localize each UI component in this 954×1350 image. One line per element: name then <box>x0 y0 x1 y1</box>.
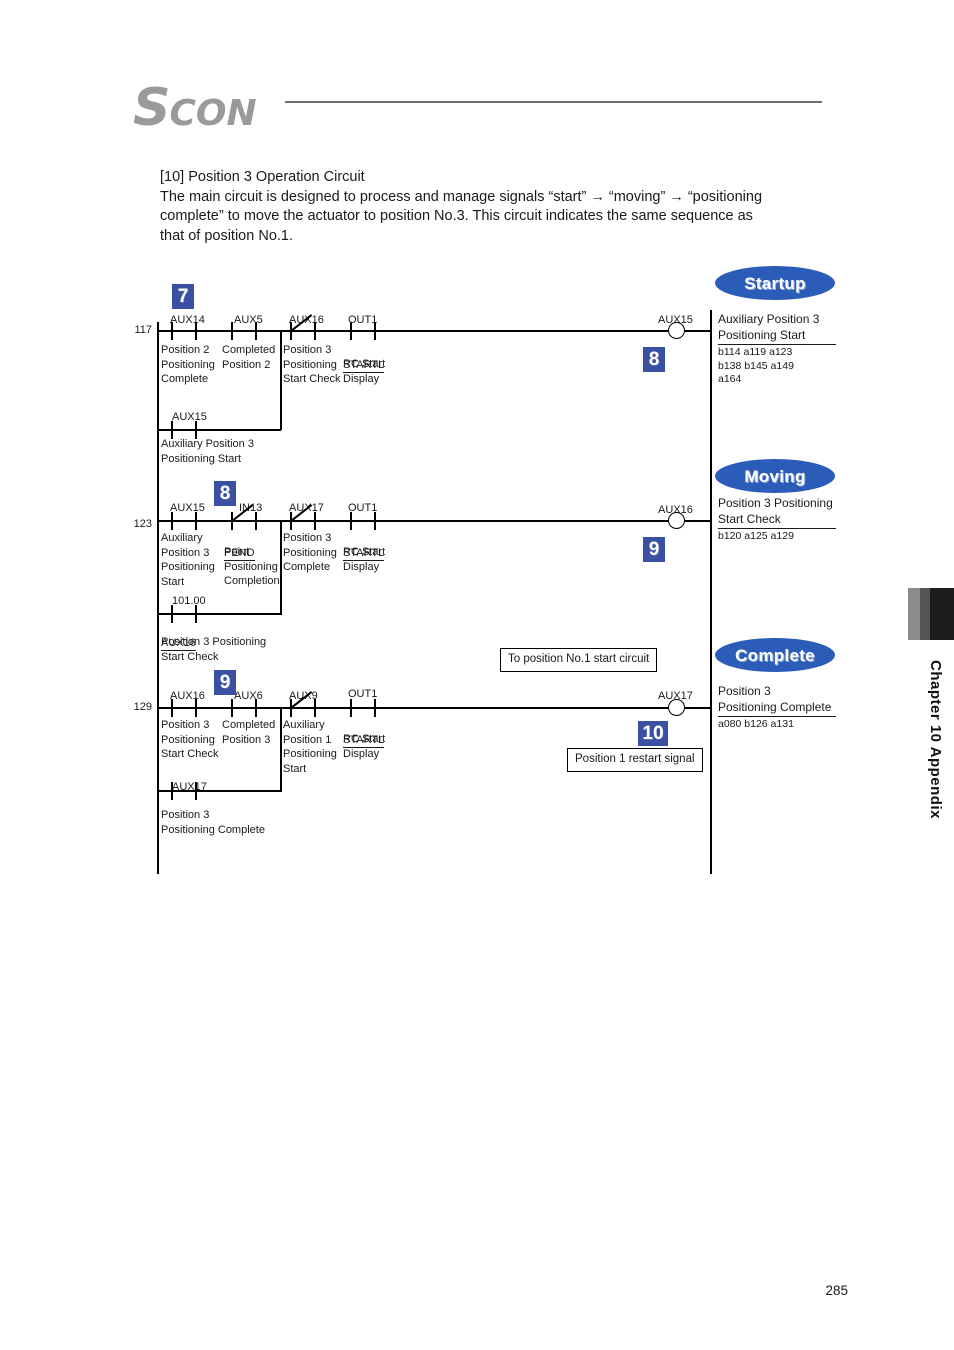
contact-bar-right <box>314 322 316 340</box>
branch-desc-aux15: Auxiliary Position 3 Positioning Start <box>161 438 254 465</box>
chapter-tab-marker <box>908 588 954 640</box>
contact-desc-out1-r129: RC Start Display <box>343 733 386 760</box>
contact-desc-out1-r123: RC Start Display <box>343 546 386 573</box>
contact-aux6[interactable] <box>231 699 257 717</box>
contact-desc-aux5: Completed Position 2 <box>222 344 276 371</box>
contact-out1-r123[interactable] <box>350 512 376 530</box>
contact-aux16[interactable] <box>290 314 316 340</box>
contact-out1[interactable] <box>350 322 376 340</box>
contact-desc-aux15-r123: Auxiliary Position 3 Positioning Start <box>161 532 215 588</box>
output-label-rung-123: Position 3 Positioning Start Check <box>718 496 833 526</box>
contact-aux17-r123[interactable] <box>290 504 316 530</box>
branch-desc-aux16-r123: Position 3 Positioning Start Check <box>161 636 267 663</box>
rung-number-123: 123 <box>133 518 152 530</box>
contact-desc-aux17-r123: Position 3 Positioning Complete <box>283 532 337 573</box>
contact-bar-left <box>171 512 173 530</box>
output-codes-rung-117: b114 a119 a123 b138 b145 a149 a164 <box>718 346 794 385</box>
coil-aux16[interactable] <box>668 512 685 529</box>
step-badge-9: 9 <box>214 670 236 695</box>
rung-117-branch-right-rail <box>280 330 282 430</box>
contact-bar-right <box>374 512 376 530</box>
contact-bar-right <box>314 512 316 530</box>
contact-aux14[interactable] <box>171 322 197 340</box>
rung-123-branch-right-rail <box>280 520 282 615</box>
coil-badge-9: 9 <box>643 537 665 562</box>
contact-desc-aux6: Completed Position 3 <box>222 719 276 746</box>
page-number: 285 <box>825 1283 848 1298</box>
contact-bar-right <box>195 782 197 800</box>
contact-bar-left <box>171 322 173 340</box>
contact-bar-right <box>255 322 257 340</box>
chapter-tab-segment-light <box>908 588 920 640</box>
contact-bar-left <box>350 699 352 717</box>
coil-aux17[interactable] <box>668 699 685 716</box>
contact-in13[interactable] <box>231 504 257 530</box>
note-position-1-restart-signal: Position 1 restart signal <box>567 748 703 772</box>
contact-bar-left <box>171 782 173 800</box>
state-badge-moving: Moving <box>715 459 835 493</box>
coil-aux15[interactable] <box>668 322 685 339</box>
right-power-rail <box>710 310 712 874</box>
output-codes-rung-123: b120 a125 a129 <box>718 530 794 542</box>
output-label-rung-129: Position 3 Positioning Complete <box>718 684 832 714</box>
chapter-label: Chapter 10 Appendix <box>927 660 944 819</box>
chapter-tab-segment-mid <box>920 588 930 640</box>
state-badge-startup: Startup <box>715 266 835 300</box>
contact-bar-left <box>231 322 233 340</box>
step-badge-8: 8 <box>214 481 236 506</box>
contact-out1-r129[interactable] <box>350 699 376 717</box>
rung-129-branch-right-rail <box>280 707 282 792</box>
contact-desc-in13: Point Positioning Completion <box>224 546 280 587</box>
rung-number-117: 117 <box>134 324 152 336</box>
step-badge-7: 7 <box>172 284 194 309</box>
contact-aux9[interactable] <box>290 691 316 717</box>
contact-desc-aux14: Position 2 Positioning Complete <box>161 344 215 385</box>
contact-bar-left <box>350 322 352 340</box>
contact-bar-right <box>374 322 376 340</box>
output-label-rung-117: Auxiliary Position 3 Positioning Start <box>718 312 820 342</box>
contact-bar-right <box>195 699 197 717</box>
note-to-position-1-start-circuit: To position No.1 start circuit <box>500 648 658 672</box>
contact-bar-right <box>195 512 197 530</box>
contact-bar-right <box>255 512 257 530</box>
contact-aux5[interactable] <box>231 322 257 340</box>
contact-bar-right <box>314 699 316 717</box>
contact-desc-aux16: Position 3 Positioning Start Check <box>283 344 341 385</box>
contact-bar-left <box>350 512 352 530</box>
contact-bar-right <box>255 699 257 717</box>
contact-desc-aux9: Auxiliary Position 1 Positioning Start <box>283 719 337 775</box>
contact-bar-right <box>195 322 197 340</box>
output-codes-rung-129: a080 b126 a131 <box>718 718 794 730</box>
rung-number-129: 129 <box>133 701 152 713</box>
contact-bar-right <box>374 699 376 717</box>
state-badge-complete: Complete <box>715 638 835 672</box>
coil-badge-10: 10 <box>638 721 668 746</box>
chapter-tab-segment-dark <box>930 588 954 640</box>
contact-bar-left <box>171 699 173 717</box>
coil-badge-8: 8 <box>643 347 665 372</box>
contact-desc-aux16-r129: Position 3 Positioning Start Check <box>161 719 219 760</box>
output-label-underline-123 <box>718 528 836 529</box>
ladder-diagram: 7 117 AUX14 Position 2 Positioning Compl… <box>0 0 954 1350</box>
branch-contact-aux17[interactable] <box>171 782 197 800</box>
branch-desc-aux17: Position 3 Positioning Complete <box>161 809 265 836</box>
contact-desc-out1: RC Start Display <box>343 358 386 385</box>
output-label-underline-129 <box>718 716 836 717</box>
output-label-underline-117 <box>718 344 836 345</box>
contact-bar-left <box>231 699 233 717</box>
contact-aux15-r123[interactable] <box>171 512 197 530</box>
contact-aux16-r129[interactable] <box>171 699 197 717</box>
